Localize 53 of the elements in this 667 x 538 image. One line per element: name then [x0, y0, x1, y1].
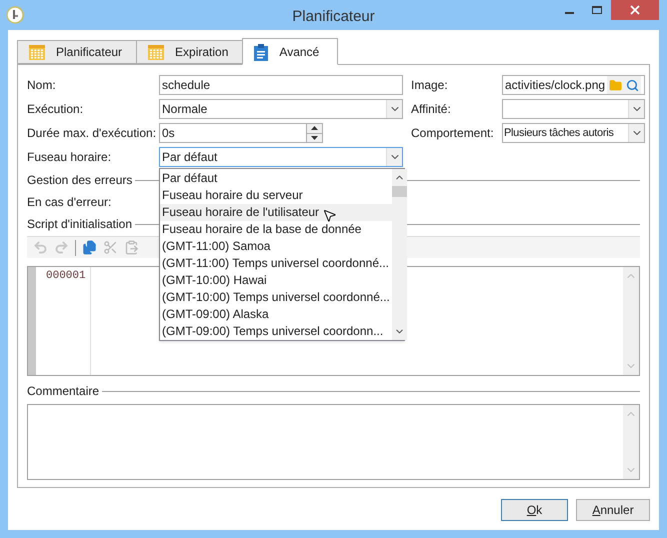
dropdown-option[interactable]: (GMT-10:00) Temps universel coordonné...: [160, 289, 392, 306]
field-label: Affinité:: [411, 101, 452, 118]
dropdown-option[interactable]: (GMT-09:00) Temps universel coordonn...: [160, 323, 392, 340]
line-number: 000001: [46, 269, 86, 283]
scissors-icon[interactable]: [103, 240, 118, 255]
image-field[interactable]: activities/clock.png: [502, 75, 645, 95]
copy-icon[interactable]: [82, 240, 97, 255]
field-label: Fuseau horaire:: [27, 149, 112, 166]
field-label: Durée max. d'exécution:: [27, 125, 158, 142]
duration-spinner[interactable]: 0s: [159, 123, 323, 143]
field-label: En cas d'erreur:: [27, 194, 112, 211]
paste-icon[interactable]: [124, 240, 139, 255]
dialog-button[interactable]: Annuler: [576, 499, 650, 521]
search-icon[interactable]: [626, 78, 640, 92]
section-title: Gestion des erreurs: [27, 172, 132, 189]
dropdown-option[interactable]: Fuseau horaire de la base de donnée: [160, 221, 392, 238]
scrollbar[interactable]: [392, 169, 407, 340]
dropdown-option[interactable]: Fuseau horaire du serveur: [160, 187, 392, 204]
calendar-icon: [28, 43, 46, 61]
folder-icon[interactable]: [609, 78, 622, 92]
field-label: Nom:: [27, 77, 57, 94]
name-field[interactable]: schedule: [159, 75, 403, 95]
tab[interactable]: Avancé: [242, 38, 338, 65]
down-arrow-icon[interactable]: [311, 136, 318, 140]
dialog-button[interactable]: Ok: [501, 499, 568, 521]
close-icon: [630, 5, 640, 15]
field-label: Image:: [411, 77, 449, 94]
dropdown-option[interactable]: (GMT-11:00) Samoa: [160, 238, 392, 255]
clipboard-icon: [253, 42, 270, 60]
dropdown-option[interactable]: (GMT-09:00) Alaska: [160, 306, 392, 323]
tab[interactable]: Expiration: [136, 40, 244, 64]
behaviour-dropdown[interactable]: Plusieurs tâches autoris: [502, 123, 645, 143]
section-title: Script d'initialisation: [27, 216, 132, 233]
execution-dropdown[interactable]: Normale: [159, 99, 403, 119]
app-icon: [6, 6, 24, 24]
window-title: Planificateur: [292, 7, 375, 27]
undo-icon[interactable]: [33, 240, 48, 255]
up-arrow-icon[interactable]: [311, 126, 318, 130]
affinity-dropdown[interactable]: [502, 99, 645, 119]
dropdown-option[interactable]: (GMT-10:00) Hawai: [160, 272, 392, 289]
dropdown-option[interactable]: Fuseau horaire de l'utilisateur: [160, 204, 392, 221]
section-title: Commentaire: [27, 383, 100, 400]
redo-icon[interactable]: [54, 240, 69, 255]
calendar-icon: [147, 43, 166, 61]
timezone-dropdown[interactable]: Par défaut: [159, 147, 403, 167]
mouse-cursor-icon: [322, 208, 337, 223]
close-button[interactable]: [611, 0, 659, 20]
dropdown-option[interactable]: Par défaut: [160, 170, 392, 187]
scroll-thumb[interactable]: [392, 186, 407, 197]
comment-field[interactable]: [27, 404, 640, 480]
field-label: Exécution:: [27, 101, 84, 118]
tab[interactable]: Planificateur: [17, 40, 138, 64]
field-label: Comportement:: [411, 125, 495, 142]
